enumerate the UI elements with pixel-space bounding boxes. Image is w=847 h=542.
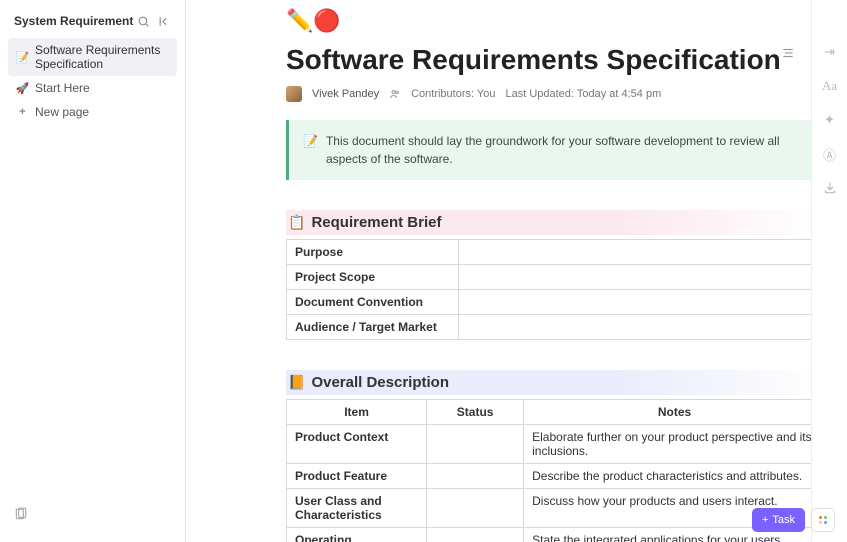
table-row[interactable]: Product Feature Describe the product char… <box>287 464 826 489</box>
main-content: ✏️🔴 Software Requirements Specification … <box>186 0 847 542</box>
cell-label: Purpose <box>287 240 459 265</box>
cell-status[interactable] <box>427 489 524 528</box>
sidebar-footer <box>8 501 177 532</box>
table-row[interactable]: Audience / Target Market <box>287 315 826 340</box>
sidebar-item-srs[interactable]: 📝 Software Requirements Specification <box>8 38 177 76</box>
cell-item: Product Feature <box>287 464 427 489</box>
plus-icon: + <box>762 514 768 526</box>
section-title: Requirement Brief <box>311 214 441 231</box>
table-row[interactable]: Project Scope <box>287 265 826 290</box>
memo-icon: 📝 <box>303 132 318 168</box>
cell-status[interactable] <box>427 425 524 464</box>
callout[interactable]: 📝 This document should lay the groundwor… <box>286 120 826 180</box>
translate-icon[interactable]: Ⓐ <box>822 146 838 162</box>
cell-value[interactable] <box>459 265 826 290</box>
docs-icon[interactable] <box>14 507 28 521</box>
table-row[interactable]: Purpose <box>287 240 826 265</box>
apps-icon <box>819 516 827 524</box>
cell-status[interactable] <box>427 464 524 489</box>
doc-icon: 📝 <box>16 51 29 64</box>
plus-icon: + <box>16 106 29 119</box>
page-title[interactable]: Software Requirements Specification <box>286 44 826 76</box>
cell-value[interactable] <box>459 240 826 265</box>
new-page-label: New page <box>35 105 89 119</box>
cell-item: Operating environment <box>287 528 427 542</box>
cell-item: User Class and Characteristics <box>287 489 427 528</box>
toc-icon[interactable] <box>781 46 795 65</box>
cell-notes[interactable]: Describe the product characteristics and… <box>524 464 826 489</box>
col-item: Item <box>287 400 427 425</box>
contributors-label: Contributors: <box>411 88 474 100</box>
table-row[interactable]: Product Context Elaborate further on your… <box>287 425 826 464</box>
workspace-title: System Requirement <box>14 14 133 28</box>
cell-label: Document Convention <box>287 290 459 315</box>
expand-icon[interactable]: ⇥ <box>822 44 838 60</box>
clipboard-icon: 📋 <box>288 214 305 231</box>
table-overall-description[interactable]: Item Status Notes Product Context Elabora… <box>286 399 826 542</box>
cell-label: Project Scope <box>287 265 459 290</box>
search-icon[interactable] <box>137 15 150 28</box>
collapse-icon[interactable] <box>158 15 171 28</box>
author-name: Vivek Pandey <box>312 88 379 100</box>
sidebar-item-label: Software Requirements Specification <box>35 43 169 71</box>
task-button[interactable]: + Task <box>752 508 805 532</box>
new-page-button[interactable]: + New page <box>8 100 177 124</box>
cell-value[interactable] <box>459 290 826 315</box>
right-rail: ⇥ Aa ✦ Ⓐ <box>811 0 847 542</box>
cell-notes[interactable]: Elaborate further on your product perspe… <box>524 425 826 464</box>
table-row[interactable]: Operating environmentState the integrate… <box>287 528 826 542</box>
page-emoji[interactable]: ✏️🔴 <box>286 8 826 34</box>
contributors-value: You <box>477 88 496 100</box>
cell-value[interactable] <box>459 315 826 340</box>
sidebar: System Requirement 📝 Software Requiremen… <box>0 0 186 542</box>
col-notes: Notes <box>524 400 826 425</box>
sidebar-item-start[interactable]: 🚀 Start Here <box>8 76 177 100</box>
contributors-icon <box>389 88 401 100</box>
last-updated-value: Today at 4:54 pm <box>577 88 661 100</box>
sparkle-icon[interactable]: ✦ <box>822 112 838 128</box>
book-icon: 📙 <box>288 374 305 391</box>
export-icon[interactable] <box>822 180 838 196</box>
cell-item: Product Context <box>287 425 427 464</box>
font-icon[interactable]: Aa <box>822 78 838 94</box>
task-label: Task <box>772 514 795 526</box>
apps-button[interactable] <box>811 508 835 532</box>
sidebar-item-label: Start Here <box>35 81 90 95</box>
cell-label: Audience / Target Market <box>287 315 459 340</box>
last-updated-label: Last Updated: <box>505 88 574 100</box>
cell-status[interactable] <box>427 528 524 542</box>
sidebar-header: System Requirement <box>8 10 177 38</box>
doc-meta: Vivek Pandey Contributors: You Last Upda… <box>286 86 826 102</box>
col-status: Status <box>427 400 524 425</box>
table-row[interactable]: Document Convention <box>287 290 826 315</box>
table-row[interactable]: User Class and CharacteristicsDiscuss ho… <box>287 489 826 528</box>
table-requirement-brief[interactable]: PurposeProject ScopeDocument ConventionA… <box>286 239 826 340</box>
floating-actions: + Task <box>752 508 835 532</box>
rocket-icon: 🚀 <box>16 82 29 95</box>
section-requirement-brief: 📋 Requirement Brief <box>286 210 826 235</box>
avatar <box>286 86 302 102</box>
section-title: Overall Description <box>311 374 449 391</box>
section-overall-description: 📙 Overall Description <box>286 370 826 395</box>
callout-text: This document should lay the groundwork … <box>326 132 812 168</box>
